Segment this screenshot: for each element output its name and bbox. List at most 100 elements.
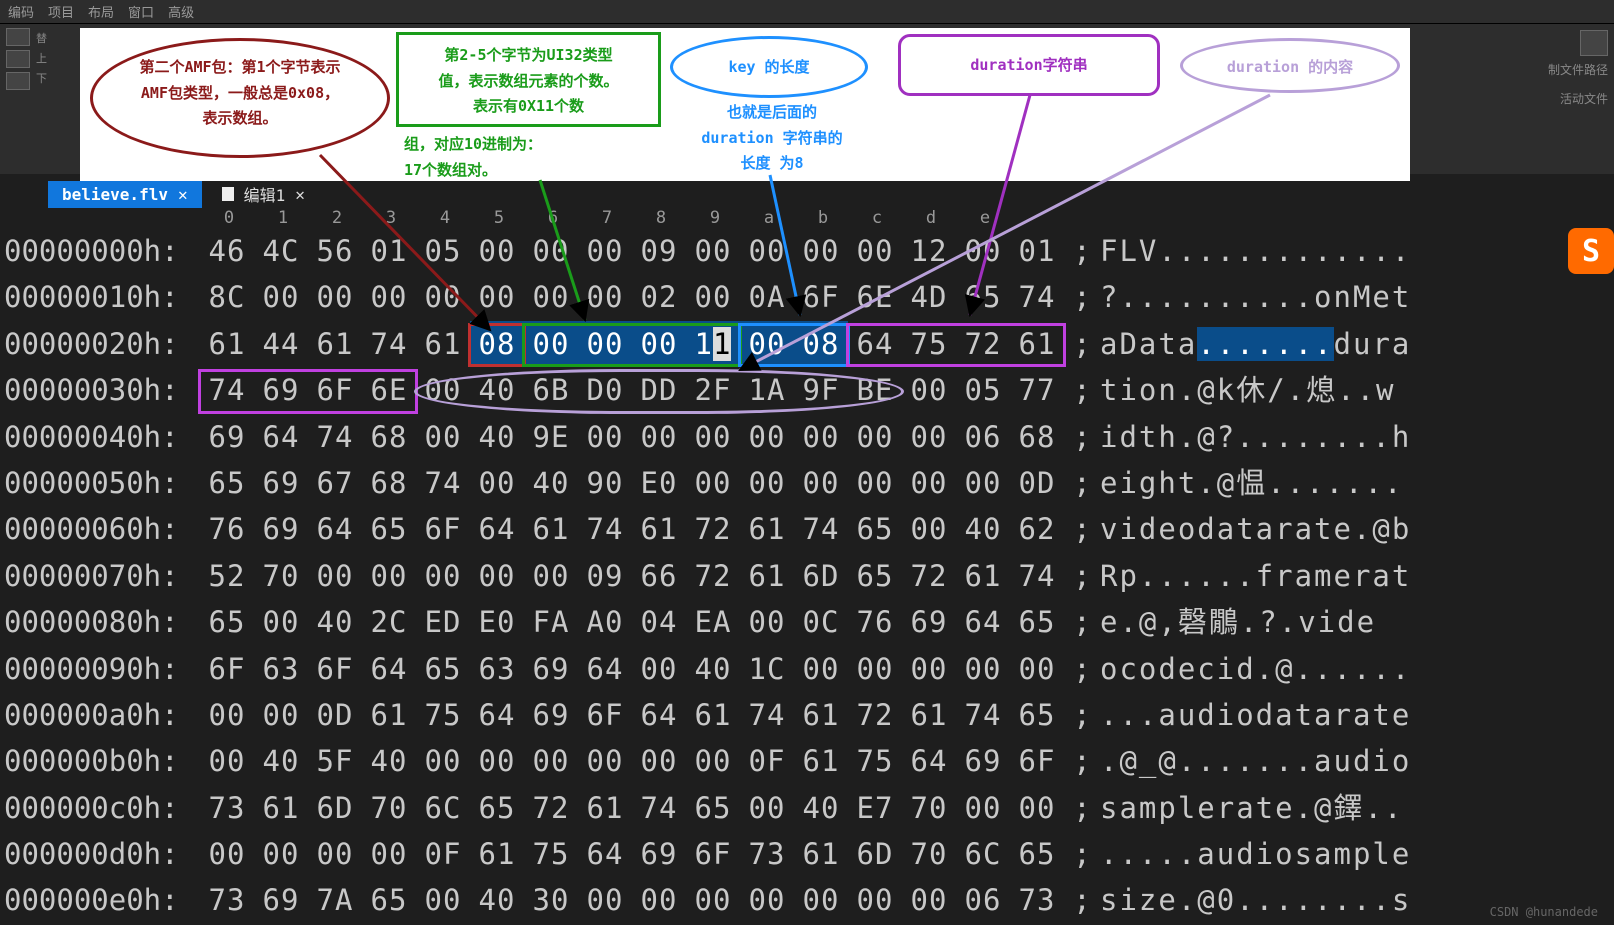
- hex-byte[interactable]: 00: [956, 646, 1010, 692]
- hex-byte[interactable]: 00: [794, 877, 848, 923]
- hex-byte[interactable]: 00: [902, 877, 956, 923]
- hex-byte[interactable]: 64: [578, 646, 632, 692]
- hex-byte[interactable]: 64: [902, 738, 956, 784]
- hex-byte[interactable]: 2F: [686, 367, 740, 413]
- hex-byte[interactable]: 75: [902, 321, 956, 367]
- hex-byte[interactable]: 70: [902, 831, 956, 877]
- hex-byte[interactable]: 00: [308, 274, 362, 320]
- hex-byte[interactable]: 73: [1010, 877, 1064, 923]
- hex-byte[interactable]: 00: [740, 460, 794, 506]
- hex-byte[interactable]: 00: [470, 228, 524, 274]
- hex-byte[interactable]: 74: [362, 321, 416, 367]
- hex-byte[interactable]: 40: [470, 877, 524, 923]
- hex-byte[interactable]: 72: [524, 785, 578, 831]
- hex-byte[interactable]: 30: [524, 877, 578, 923]
- hex-byte[interactable]: BE: [848, 367, 902, 413]
- hex-byte[interactable]: 00: [794, 414, 848, 460]
- close-icon[interactable]: ✕: [178, 185, 188, 204]
- hex-byte[interactable]: E0: [470, 599, 524, 645]
- hex-byte[interactable]: 05: [416, 228, 470, 274]
- hex-byte[interactable]: 69: [524, 692, 578, 738]
- hex-editor[interactable]: 0123456789abcde 00000000h:464C5601050000…: [4, 208, 1610, 924]
- hex-byte[interactable]: 61: [470, 831, 524, 877]
- hex-byte[interactable]: 64: [956, 599, 1010, 645]
- hex-byte[interactable]: 6B: [524, 367, 578, 413]
- hex-byte[interactable]: 90: [578, 460, 632, 506]
- hex-byte[interactable]: 00: [254, 831, 308, 877]
- hex-byte[interactable]: 69: [254, 877, 308, 923]
- hex-byte[interactable]: 56: [308, 228, 362, 274]
- hex-byte[interactable]: 00: [416, 553, 470, 599]
- hex-byte[interactable]: 73: [200, 785, 254, 831]
- toolbar-icon[interactable]: [6, 50, 30, 68]
- hex-byte[interactable]: 00: [686, 877, 740, 923]
- hex-byte[interactable]: 61: [902, 692, 956, 738]
- hex-byte[interactable]: 00: [632, 321, 686, 367]
- hex-byte[interactable]: 61: [200, 321, 254, 367]
- hex-byte[interactable]: 00: [524, 321, 578, 367]
- hex-byte[interactable]: 65: [362, 877, 416, 923]
- hex-byte[interactable]: 40: [308, 599, 362, 645]
- hex-byte[interactable]: 61: [1010, 321, 1064, 367]
- hex-byte[interactable]: 40: [794, 785, 848, 831]
- hex-byte[interactable]: 00: [956, 228, 1010, 274]
- hex-byte[interactable]: 74: [632, 785, 686, 831]
- hex-byte[interactable]: 76: [848, 599, 902, 645]
- hex-byte[interactable]: 75: [416, 692, 470, 738]
- hex-byte[interactable]: 11: [686, 321, 740, 367]
- hex-byte[interactable]: 00: [740, 599, 794, 645]
- hex-byte[interactable]: 40: [470, 367, 524, 413]
- hex-byte[interactable]: 65: [686, 785, 740, 831]
- hex-byte[interactable]: 62: [1010, 506, 1064, 552]
- hex-byte[interactable]: 00: [578, 228, 632, 274]
- hex-byte[interactable]: 6F: [794, 274, 848, 320]
- hex-byte[interactable]: 40: [686, 646, 740, 692]
- hex-byte[interactable]: 63: [470, 646, 524, 692]
- hex-byte[interactable]: 00: [848, 228, 902, 274]
- hex-byte[interactable]: 00: [740, 877, 794, 923]
- hex-byte[interactable]: 00: [308, 831, 362, 877]
- hex-byte[interactable]: 64: [848, 321, 902, 367]
- hex-byte[interactable]: 00: [686, 274, 740, 320]
- hex-byte[interactable]: 0C: [794, 599, 848, 645]
- hex-byte[interactable]: 69: [524, 646, 578, 692]
- hex-byte[interactable]: 04: [632, 599, 686, 645]
- hex-byte[interactable]: 64: [578, 831, 632, 877]
- hex-byte[interactable]: 77: [1010, 367, 1064, 413]
- hex-byte[interactable]: 0F: [740, 738, 794, 784]
- hex-byte[interactable]: 00: [686, 414, 740, 460]
- hex-byte[interactable]: 68: [362, 414, 416, 460]
- hex-byte[interactable]: 1A: [740, 367, 794, 413]
- hex-byte[interactable]: 00: [308, 553, 362, 599]
- hex-byte[interactable]: 61: [416, 321, 470, 367]
- hex-byte[interactable]: 01: [362, 228, 416, 274]
- hex-byte[interactable]: 61: [308, 321, 362, 367]
- hex-byte[interactable]: 00: [470, 738, 524, 784]
- hex-byte[interactable]: 00: [740, 321, 794, 367]
- hex-byte[interactable]: 00: [578, 414, 632, 460]
- hex-byte[interactable]: 61: [740, 506, 794, 552]
- hex-byte[interactable]: DD: [632, 367, 686, 413]
- hex-byte[interactable]: 9E: [524, 414, 578, 460]
- hex-byte[interactable]: 00: [524, 274, 578, 320]
- hex-byte[interactable]: 12: [902, 228, 956, 274]
- hex-byte[interactable]: 00: [902, 646, 956, 692]
- hex-byte[interactable]: 76: [200, 506, 254, 552]
- hex-byte[interactable]: 00: [362, 831, 416, 877]
- hex-byte[interactable]: 00: [254, 274, 308, 320]
- hex-byte[interactable]: 8C: [200, 274, 254, 320]
- hex-byte[interactable]: 64: [308, 506, 362, 552]
- hex-byte[interactable]: 06: [956, 877, 1010, 923]
- hex-byte[interactable]: 75: [524, 831, 578, 877]
- hex-byte[interactable]: 74: [416, 460, 470, 506]
- hex-byte[interactable]: 61: [524, 506, 578, 552]
- hex-byte[interactable]: 72: [902, 553, 956, 599]
- hex-byte[interactable]: 64: [470, 506, 524, 552]
- hex-byte[interactable]: 72: [686, 506, 740, 552]
- hex-byte[interactable]: 74: [1010, 553, 1064, 599]
- hex-byte[interactable]: 00: [362, 274, 416, 320]
- hex-byte[interactable]: 9F: [794, 367, 848, 413]
- hex-byte[interactable]: 09: [632, 228, 686, 274]
- hex-byte[interactable]: 64: [470, 692, 524, 738]
- hex-byte[interactable]: 65: [1010, 599, 1064, 645]
